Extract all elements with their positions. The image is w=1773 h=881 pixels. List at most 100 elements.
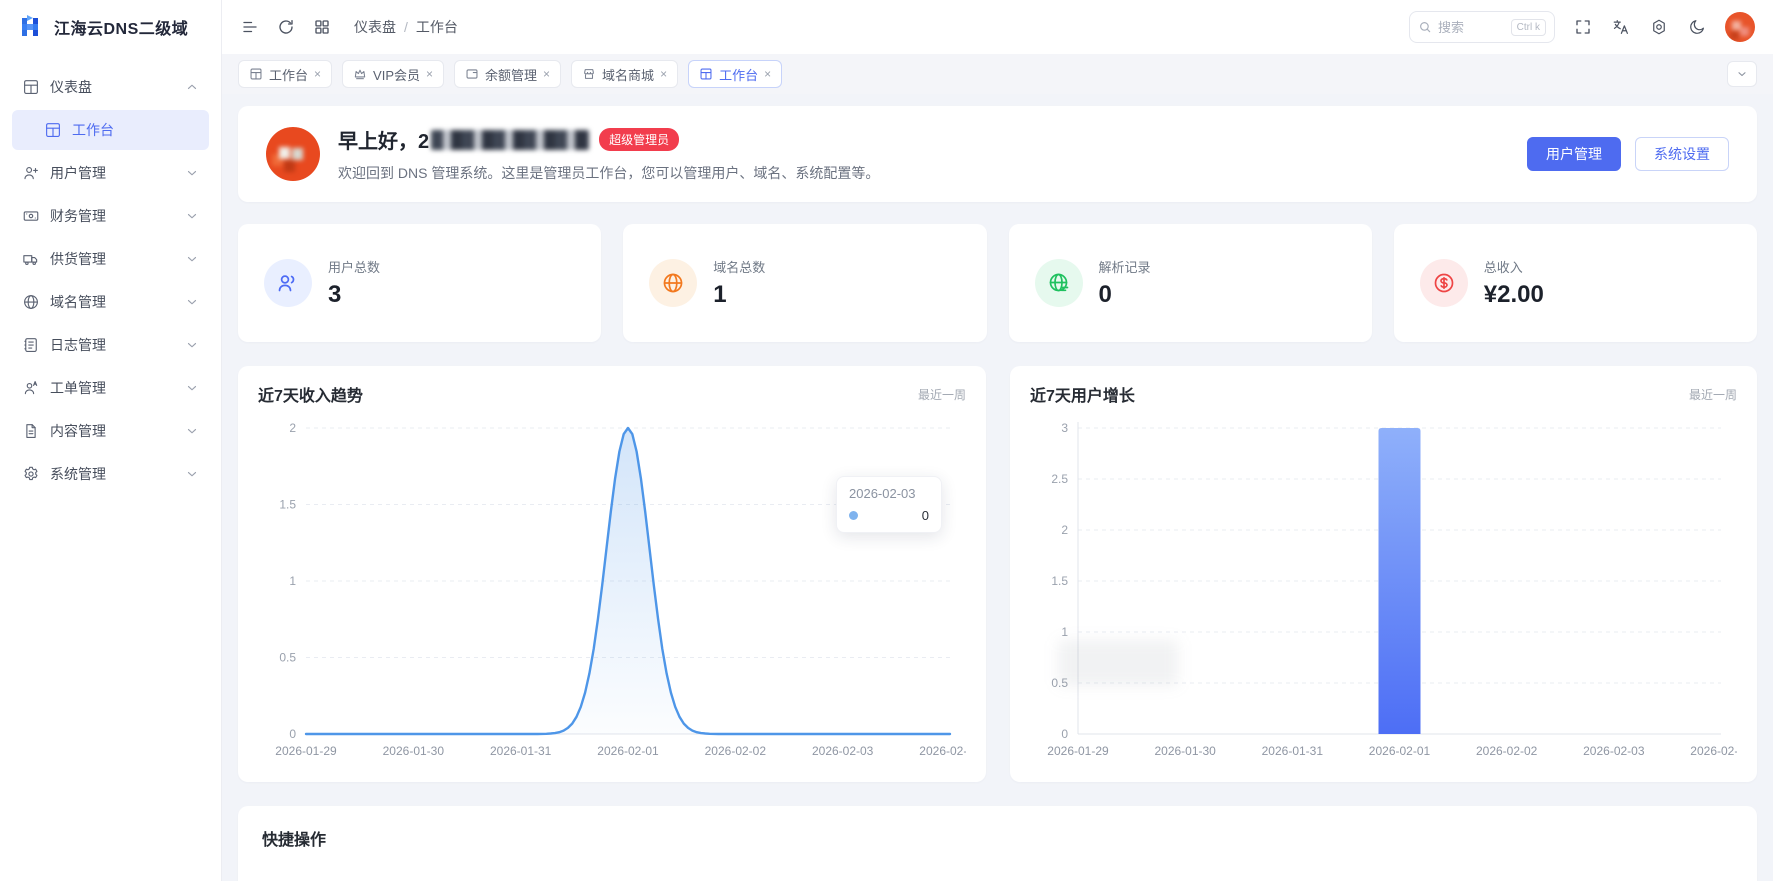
money-icon	[1419, 259, 1468, 307]
truck-icon	[22, 250, 40, 268]
user-avatar[interactable]	[1725, 12, 1755, 42]
stat-card-dns-records: 解析记录 0	[1008, 224, 1372, 342]
tab-label: 工作台	[719, 67, 759, 83]
svg-text:2026-01-31: 2026-01-31	[1262, 744, 1324, 758]
tab-domain-store[interactable]: 域名商城 ×	[571, 60, 679, 88]
svg-text:0.5: 0.5	[279, 651, 296, 665]
ticket-user-icon	[22, 379, 40, 397]
open-tabs-bar: 工作台 × VIP会员 × 余额管理 × 域名商城 × 工作台 ×	[222, 54, 1773, 94]
wallet-icon	[465, 67, 479, 81]
breadcrumb-section[interactable]: 仪表盘	[354, 17, 396, 37]
breadcrumb-separator: /	[404, 19, 408, 35]
sidebar-item-label: 日志管理	[50, 337, 106, 353]
search-input-wrapper[interactable]: Ctrl k	[1409, 11, 1555, 43]
user-management-button[interactable]: 用户管理	[1527, 137, 1621, 171]
collapse-sidebar-icon[interactable]	[240, 17, 260, 37]
close-icon[interactable]: ×	[426, 68, 433, 80]
breadcrumb: 仪表盘 / 工作台	[354, 17, 458, 37]
svg-text:2026-02-01: 2026-02-01	[1369, 744, 1431, 758]
greeting-text: 早上好，2	[338, 131, 430, 153]
stat-value: ¥2.00	[1483, 281, 1544, 308]
sidebar-item-label: 供货管理	[50, 251, 106, 267]
document-icon	[22, 422, 40, 440]
chart-range-label: 最近一周	[1688, 387, 1737, 402]
sidebar-item-label: 用户管理	[50, 165, 106, 181]
sidebar-item-system[interactable]: 系统管理	[12, 454, 209, 494]
topbar-right: Ctrl k	[1409, 11, 1755, 43]
quick-actions-title: 快捷操作	[262, 832, 327, 849]
tab-workbench-active[interactable]: 工作台 ×	[688, 60, 783, 88]
welcome-actions: 用户管理 系统设置	[1527, 137, 1729, 171]
app-window: 江海云DNS二级域 仪表盘 工作台 用户管理 财务管理 供货管理 域名管理 日志…	[0, 0, 1773, 881]
revenue-trend-card: 近7天收入趋势 最近一周 0 0.5 1 1.5 2 2026-01-29 2026-01-…	[238, 366, 986, 782]
log-book-icon	[22, 336, 40, 354]
gear-icon	[22, 465, 40, 483]
stat-card-total-revenue: 总收入 ¥2.00	[1393, 224, 1757, 342]
translate-icon[interactable]	[1611, 17, 1631, 37]
close-icon[interactable]: ×	[764, 68, 771, 80]
main-area: 仪表盘 / 工作台 Ctrl k 工作台	[222, 0, 1773, 881]
close-icon[interactable]: ×	[660, 68, 667, 80]
search-shortcut-kbd: Ctrl k	[1510, 18, 1546, 36]
stat-value: 1	[713, 281, 727, 308]
dashboard-icon	[699, 67, 713, 81]
topbar: 仪表盘 / 工作台 Ctrl k	[222, 0, 1773, 54]
sidebar-item-dashboard[interactable]: 仪表盘	[12, 67, 209, 107]
refresh-icon[interactable]	[276, 17, 296, 37]
svg-text:2026-01-30: 2026-01-30	[1154, 744, 1216, 758]
stat-value: 3	[328, 281, 342, 308]
svg-text:0: 0	[289, 727, 296, 741]
sidebar-item-users[interactable]: 用户管理	[12, 153, 209, 193]
dns-record-icon	[1034, 259, 1083, 307]
chevron-down-icon	[185, 295, 199, 309]
crown-icon	[353, 67, 367, 81]
fullscreen-icon[interactable]	[1573, 17, 1593, 37]
users-icon	[264, 259, 312, 307]
sidebar-item-domains[interactable]: 域名管理	[12, 282, 209, 322]
close-icon[interactable]: ×	[543, 68, 550, 80]
app-title: 江海云DNS二级域	[54, 21, 189, 38]
tab-workbench[interactable]: 工作台 ×	[238, 60, 333, 88]
dark-mode-moon-icon[interactable]	[1687, 17, 1707, 37]
welcome-banner: 早上好，2 超级管理员 欢迎回到 DNS 管理系统。这里是管理员工作台，您可以管…	[238, 106, 1757, 202]
chevron-down-icon	[185, 381, 199, 395]
breadcrumb-page[interactable]: 工作台	[416, 17, 458, 37]
sidebar-menu: 仪表盘 工作台 用户管理 财务管理 供货管理 域名管理 日志管理 工单管理 内容…	[0, 54, 221, 507]
sidebar-item-tickets[interactable]: 工单管理	[12, 368, 209, 408]
tab-vip-members[interactable]: VIP会员 ×	[342, 60, 445, 88]
welcome-avatar	[266, 127, 320, 181]
settings-gear-icon[interactable]	[1649, 17, 1669, 37]
tab-label: VIP会员	[373, 67, 420, 83]
role-badge: 超级管理员	[599, 128, 680, 151]
workbench-icon	[44, 121, 62, 139]
sidebar-item-workbench[interactable]: 工作台	[12, 110, 209, 150]
svg-text:2026-02-03: 2026-02-03	[812, 744, 874, 758]
sidebar-item-content[interactable]: 内容管理	[12, 411, 209, 451]
stat-label: 总收入	[1483, 260, 1523, 275]
chart-svg: 0 0.5 1 1.5 2 2026-01-29 2026-01-30 2026-01-31 2…	[275, 421, 966, 758]
sidebar-item-supply[interactable]: 供货管理	[12, 239, 209, 279]
charts-row: 近7天收入趋势 最近一周 0 0.5 1 1.5 2 2026-01-29 2026-01-…	[238, 366, 1757, 782]
apps-grid-icon[interactable]	[312, 17, 332, 37]
tabs-dropdown-button[interactable]	[1727, 61, 1757, 87]
blurred-watermark	[1058, 640, 1178, 686]
sidebar-item-logs[interactable]: 日志管理	[12, 325, 209, 365]
stats-row: 用户总数 3 域名总数 1 解析记录 0 总收入 ¥2.00	[238, 224, 1757, 342]
svg-text:2026-02-02: 2026-02-02	[705, 744, 767, 758]
stat-label: 域名总数	[713, 260, 766, 275]
user-growth-chart: 0 0.5 1 1.5 2 2.5 3 2026-01-29 2026-01-30 2026-01…	[1030, 412, 1737, 764]
close-icon[interactable]: ×	[314, 68, 321, 80]
sidebar-item-label: 财务管理	[50, 208, 106, 224]
system-settings-button[interactable]: 系统设置	[1635, 137, 1729, 171]
search-input[interactable]	[1438, 19, 1498, 35]
tab-balance[interactable]: 余额管理 ×	[454, 60, 562, 88]
sidebar-item-label: 域名管理	[50, 294, 106, 310]
tooltip-value: 0	[921, 508, 929, 523]
svg-text:2026-01-29: 2026-01-29	[1047, 744, 1109, 758]
blurred-username	[431, 129, 590, 150]
banknote-icon	[22, 207, 40, 225]
svg-text:2026-02-03: 2026-02-03	[1583, 744, 1645, 758]
sidebar-item-finance[interactable]: 财务管理	[12, 196, 209, 236]
chevron-down-icon	[185, 252, 199, 266]
quick-actions-card: 快捷操作	[238, 806, 1757, 881]
